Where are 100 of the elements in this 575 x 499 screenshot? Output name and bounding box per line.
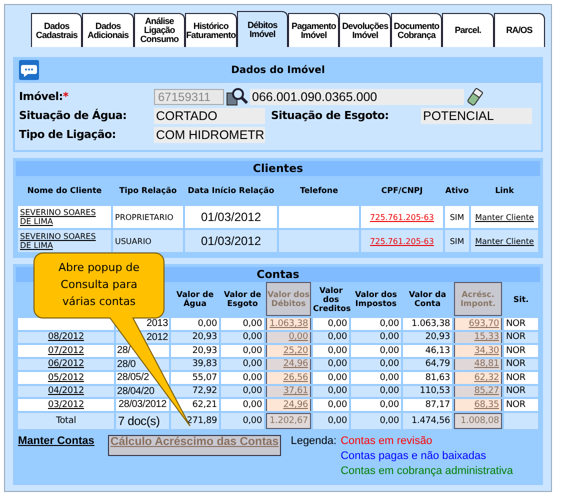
table-cell: 0,00 [351,386,401,397]
table-cell: NOR [504,399,538,410]
table-cell: 1.063,38 [403,318,452,330]
table-cell: 81,63 [403,372,452,384]
table-cell: 0,00 [313,386,349,397]
table-cell: 28/03/2012 [116,399,169,410]
table-cell: 39,83 [171,358,219,370]
table-cell: NOR [504,386,538,397]
field-label: Situação de Esgoto: [271,109,390,122]
table-cell: 0,00 [221,412,264,428]
table-cell: 55,07 [171,372,219,384]
column-header: Tipo Relação [118,184,178,197]
table-cell: SIM [445,206,469,228]
field-label: Situação de Água: [19,109,128,122]
callout-text: Abre popup de Consulta para várias contas [58,260,140,310]
table-cell: 72,92 [171,386,219,397]
table-cell: 20,93 [171,332,219,343]
table-cell: 87,17 [403,399,452,410]
tab[interactable]: Dados Cadastrais [31,13,82,47]
table-cell: 0,00 [351,345,401,356]
table-cell: 0,00 [351,372,401,384]
tab[interactable]: Dados Adicionais [82,13,134,47]
table-cell: NOR [504,318,538,330]
table-cell: 0,00 [221,318,264,330]
table-cell: PROPRIETARIO [113,206,183,228]
legend-item: Contas pagas e não baixadas [340,450,488,462]
field-label: Tipo de Ligação: [19,128,117,141]
table-cell: SIM [445,230,469,252]
table-cell: 1.008,08 [454,412,502,428]
table-cell: 01/03/2012 [185,230,277,252]
search-icon[interactable] [226,86,248,106]
table-cell: 0,00 [221,399,264,410]
section-title: Clientes [16,161,540,176]
table-cell: USUARIO [113,230,183,252]
table-cell: 01/03/2012 [185,206,277,228]
column-header: Link [494,184,515,196]
column-header: Data Início Relação [186,184,276,197]
table-cell: 0,00 [313,358,349,370]
column-header: Ativo [445,184,469,196]
tab[interactable]: Parcel. [442,13,494,47]
column-header: Valor dos Impostos [354,289,398,310]
table-cell: 0,00 [171,318,219,330]
legend-item: Contas em cobrança administrativa [340,464,514,476]
table-cell: 1.474,56 [403,412,452,428]
table-cell: 7 doc(s) [116,412,169,428]
table-cell: 110,53 [403,386,452,397]
field-label: Imóvel:* [19,90,70,103]
table-cell: 0,00 [313,332,349,343]
column-header: Valor dos Débitos [266,282,311,316]
column-header: Nome do Cliente [26,184,103,196]
tab[interactable]: Devoluções Imóvel [339,13,391,47]
tab[interactable]: Histórico Faturamento [185,13,237,47]
table-cell: 0,00 [221,372,264,384]
field-value: 066.001.090.0365.000 [250,88,464,104]
table-cell: 0,00 [221,345,264,356]
manter-contas-link[interactable]: Manter Contas [18,434,94,446]
column-header: Sit. [512,294,530,306]
table-cell: 0,00 [351,399,401,410]
chat-bubble-icon[interactable] [19,60,39,80]
table-cell: NOR [504,372,538,384]
client-link[interactable]: SEVERINO SOARES DE LIMA [20,232,109,250]
field-value: CORTADO [154,108,265,124]
tab[interactable]: Pagamento Imóvel [288,13,340,47]
tab[interactable]: Análise Ligação Consumo [134,13,186,47]
tab[interactable]: Débitos Imóvel [236,11,288,47]
column-header: Valor de Esgoto [222,289,262,310]
table-cell: 0,00 [221,332,264,343]
table-cell: 0,00 [313,345,349,356]
legend-label: Legenda: [290,434,337,446]
table-cell: 0,00 [313,318,349,330]
table-cell: Total [18,412,114,428]
table-cell: 28/04/20 [116,386,169,397]
table-cell: 0,00 [313,399,349,410]
column-header: Telefone [298,184,340,196]
table-cell: 0,00 [313,372,349,384]
column-header: CPF/CNPJ [380,184,424,197]
field-value: POTENCIAL [421,108,532,124]
section-title: Dados do Imóvel [230,64,326,76]
table-cell: 0,00 [351,358,401,370]
column-header: Valor de Água [175,289,215,310]
table-cell: 0,00 [351,332,401,343]
table-cell: NOR [504,332,538,343]
table-cell: 0,00 [313,412,349,428]
table-cell: 0,00 [221,386,264,397]
column-header: Valor dos Creditos [313,284,349,314]
client-link[interactable]: SEVERINO SOARES DE LIMA [20,208,109,226]
table-cell: NOR [504,358,538,370]
table-cell: 0,00 [221,358,264,370]
field-value: COM HIDROMETR [154,126,265,142]
legend-item: Contas em revisão [340,434,434,446]
table-cell: 1.202,67 [266,412,311,428]
column-header: Acrésc. Impont. [454,282,502,316]
table-cell: 271,89 [171,412,219,428]
table-cell: NOR [504,345,538,356]
table-cell: 20,93 [403,332,452,343]
table-cell: 46,13 [403,345,452,356]
table-cell: 20,93 [171,345,219,356]
tab[interactable]: Documento Cobrança [390,13,442,47]
table-cell: 0,00 [351,318,401,330]
tab[interactable]: RA/OS [494,13,545,47]
